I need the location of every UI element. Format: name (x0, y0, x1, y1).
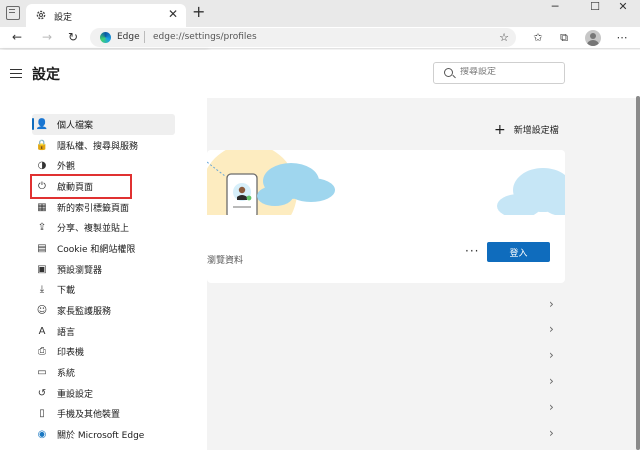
chevron-right-icon[interactable]: › (549, 297, 554, 311)
close-window-button[interactable]: ✕ (606, 0, 640, 16)
default-browser-icon: ▣ (37, 263, 47, 275)
minimize-button[interactable]: ─ (538, 0, 572, 16)
sidebar-item-printers[interactable]: ⎙ 印表機 (32, 342, 175, 363)
sidebar-item-label: 手機及其他裝置 (57, 410, 121, 421)
search-icon (444, 68, 453, 77)
browsing-data-text: 瀏覽資料 (207, 256, 244, 266)
sidebar-item-label: 隱私權、搜尋與服務 (57, 141, 139, 152)
chevron-right-icon[interactable]: › (549, 374, 554, 388)
page-title: 設定 (32, 67, 60, 83)
system-icon: ▭ (37, 367, 47, 379)
address-bar[interactable]: Edge edge://settings/profiles (90, 28, 516, 47)
sidebar-item-label: 個人檔案 (57, 120, 94, 131)
appearance-icon: ◑ (37, 160, 47, 172)
settings-sidebar: 設定 👤 個人檔案 🔒 隱私權、搜尋與服務 ◑ 外觀 ⏻ 啟動頁面 ▦ 新的索引… (0, 50, 207, 450)
sidebar-item-label: 外觀 (57, 162, 76, 173)
printer-icon: ⎙ (38, 346, 46, 358)
chevron-right-icon[interactable]: › (549, 426, 554, 440)
profile-card: 瀏覽資料 ··· 登入 (207, 150, 565, 283)
edge-logo-icon: ◉ (37, 429, 47, 441)
edge-logo-icon (100, 32, 111, 43)
share-icon: ⇪ (37, 222, 47, 234)
sidebar-item-label: 家長監護服務 (57, 307, 112, 318)
gear-icon (36, 10, 46, 20)
plus-icon: + (494, 121, 506, 138)
favorites-icon[interactable]: ✩ (530, 30, 546, 46)
sidebar-item-share-copy-paste[interactable]: ⇪ 分享、複製並貼上 (32, 217, 175, 238)
sidebar-item-label: 印表機 (57, 348, 85, 359)
forward-button[interactable]: → (38, 28, 56, 46)
close-tab-icon[interactable]: ✕ (168, 7, 178, 21)
address-source-label: Edge (117, 32, 140, 42)
collections-icon[interactable]: ⧉ (556, 30, 572, 46)
avatar[interactable] (585, 30, 601, 46)
add-profile-label: 新增設定檔 (513, 126, 559, 136)
sidebar-item-label: 啟動頁面 (57, 182, 94, 193)
sidebar-item-reset[interactable]: ↺ 重設設定 (32, 383, 175, 404)
sidebar-item-languages[interactable]: A 語言 (32, 321, 175, 342)
browser-toolbar: ← → ↻ Edge edge://settings/profiles ☆ ✩ … (0, 27, 640, 49)
search-input[interactable] (460, 67, 560, 77)
hamburger-menu-icon[interactable] (10, 69, 22, 78)
sidebar-item-label: 語言 (57, 327, 76, 338)
sidebar-item-system[interactable]: ▭ 系統 (32, 362, 175, 383)
new-tab-button[interactable]: + (192, 3, 205, 21)
language-icon: A (38, 325, 46, 337)
sidebar-item-label: 重設設定 (57, 389, 94, 400)
more-menu-icon[interactable]: ⋯ (614, 30, 630, 46)
sidebar-item-privacy[interactable]: 🔒 隱私權、搜尋與服務 (32, 135, 175, 156)
sidebar-item-phone-devices[interactable]: ▯ 手機及其他裝置 (32, 404, 175, 425)
sidebar-item-label: Cookie 和網站權限 (57, 244, 136, 255)
chevron-right-icon[interactable]: › (549, 400, 554, 414)
reset-icon: ↺ (37, 387, 47, 399)
sidebar-item-downloads[interactable]: ⤓ 下載 (32, 280, 175, 301)
sidebar-item-appearance[interactable]: ◑ 外觀 (32, 155, 175, 176)
scrollbar[interactable] (636, 96, 640, 450)
settings-main-pane: + 新增設定檔 瀏覽資料 ··· 登入 › › › › › › (207, 50, 640, 450)
refresh-button[interactable]: ↻ (64, 28, 82, 46)
settings-menu: 👤 個人檔案 🔒 隱私權、搜尋與服務 ◑ 外觀 ⏻ 啟動頁面 ▦ 新的索引標籤頁… (30, 114, 175, 445)
power-icon: ⏻ (38, 180, 46, 192)
chevron-right-icon[interactable]: › (549, 348, 554, 362)
address-url[interactable]: edge://settings/profiles (153, 32, 257, 42)
lock-icon: 🔒 (35, 139, 49, 151)
sidebar-item-label: 關於 Microsoft Edge (57, 431, 145, 442)
sidebar-item-label: 下載 (57, 286, 76, 297)
sidebar-item-label: 分享、複製並貼上 (57, 224, 130, 235)
more-options-icon[interactable]: ··· (465, 244, 479, 258)
tab-title: 設定 (54, 13, 73, 23)
family-icon: ☺ (36, 305, 48, 317)
tab-settings[interactable]: 設定 ✕ (26, 4, 186, 27)
favorite-star-icon[interactable]: ☆ (496, 30, 512, 46)
sidebar-item-default-browser[interactable]: ▣ 預設瀏覽器 (32, 259, 175, 280)
back-button[interactable]: ← (8, 28, 26, 46)
tab-actions-icon[interactable] (6, 6, 20, 20)
title-bar: 設定 ✕ + ─ ☐ ✕ (0, 0, 640, 27)
address-separator (144, 31, 145, 43)
search-box[interactable] (433, 62, 565, 84)
site-permissions-icon: ▤ (37, 242, 47, 254)
sidebar-item-about[interactable]: ◉ 關於 Microsoft Edge (32, 424, 175, 445)
sidebar-item-label: 預設瀏覽器 (57, 265, 103, 276)
phone-icon: ▯ (39, 408, 45, 420)
sidebar-item-family[interactable]: ☺ 家長監護服務 (32, 300, 175, 321)
main-header (207, 50, 640, 98)
sidebar-item-new-tab-page[interactable]: ▦ 新的索引標籤頁面 (32, 197, 175, 218)
sidebar-item-profiles[interactable]: 👤 個人檔案 (32, 114, 175, 135)
sidebar-item-label: 新的索引標籤頁面 (57, 203, 130, 214)
download-icon: ⤓ (39, 284, 45, 296)
new-tab-page-icon: ▦ (37, 201, 47, 213)
add-profile-button[interactable]: + 新增設定檔 (494, 121, 559, 138)
profile-illustration (207, 150, 565, 215)
chevron-right-icon[interactable]: › (549, 322, 554, 336)
sidebar-item-label: 系統 (57, 369, 76, 380)
profile-icon: 👤 (35, 118, 49, 130)
sign-in-button[interactable]: 登入 (487, 242, 550, 262)
sidebar-item-startup[interactable]: ⏻ 啟動頁面 (30, 174, 132, 199)
sidebar-item-cookies[interactable]: ▤ Cookie 和網站權限 (32, 238, 175, 259)
